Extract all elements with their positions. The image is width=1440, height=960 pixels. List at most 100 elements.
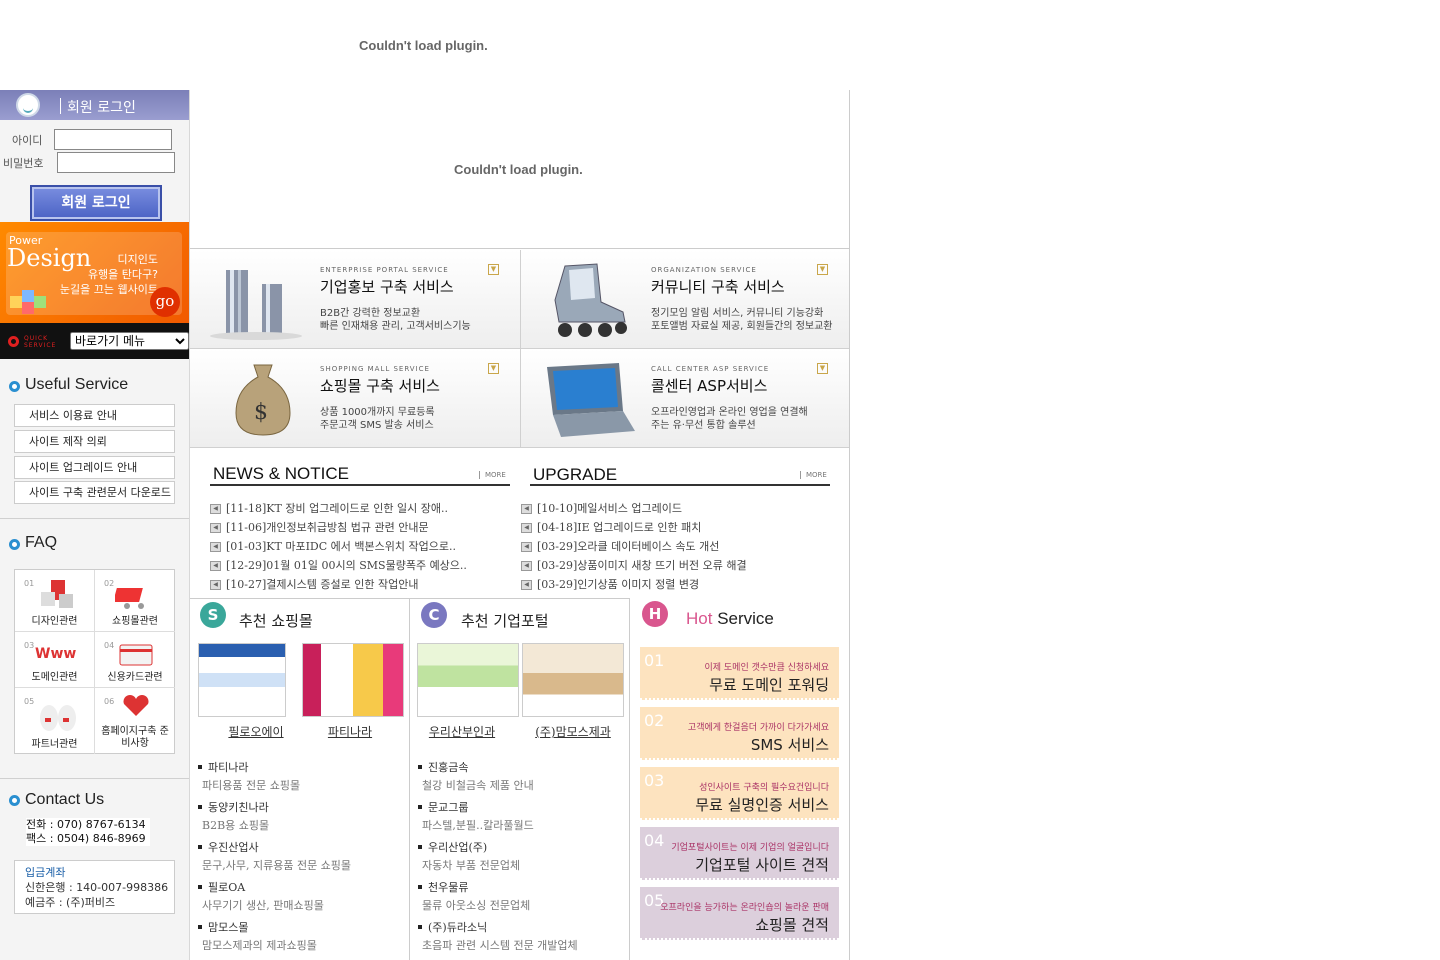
- list-item[interactable]: 파티나라파티용품 전문 쇼핑몰: [198, 759, 408, 799]
- shop-thumbnail[interactable]: [302, 643, 404, 717]
- upgrade-item-text[interactable]: [10-10]메일서비스 업그레이드: [537, 500, 682, 516]
- news-item-text[interactable]: [01-03]KT 마포IDC 에서 백본스위치 작업으로..: [226, 538, 456, 554]
- portal-thumbnail-label[interactable]: (주)맘모스제과: [528, 723, 618, 740]
- rec-name[interactable]: 맘모스몰: [208, 919, 248, 935]
- useful-item-fee[interactable]: 서비스 이용료 안내: [14, 404, 175, 427]
- quick-menu-select[interactable]: 바로가기 메뉴: [70, 332, 189, 350]
- list-item[interactable]: ◀ [10-27]결제시스템 증설로 인한 작업안내: [210, 576, 510, 595]
- service-title: 커뮤니티 구축 서비스: [651, 278, 785, 296]
- power-design-banner[interactable]: Power Design 디지인도 유행을 탄다구? 눈길을 끄는 웹사이트 g…: [0, 222, 189, 323]
- rec-name[interactable]: 진홍금속: [428, 759, 468, 775]
- useful-item-download[interactable]: 사이트 구축 관련문서 다운로드: [14, 481, 175, 504]
- rec-name[interactable]: 문교그룹: [428, 799, 468, 815]
- rec-name[interactable]: 천우물류: [428, 879, 468, 895]
- id-input[interactable]: [54, 129, 172, 150]
- go-button[interactable]: go: [150, 287, 180, 317]
- service-community[interactable]: ORGANIZATION SERVICE 커뮤니티 구축 서비스 정기모임 알림…: [521, 250, 849, 349]
- list-item[interactable]: 맘모스몰 맘모스제과의 제과쇼핑몰: [198, 919, 408, 959]
- rec-name[interactable]: 우진산업사: [208, 839, 259, 855]
- hot-sub: 오프라인을 능가하는 온라인숍의 놀라운 판매: [660, 903, 829, 913]
- list-item[interactable]: 문교그룹 파스텔,분필..칼라풀월드: [418, 799, 628, 839]
- portal-thumbnail-label[interactable]: 우리산부인과: [414, 723, 510, 740]
- hot-label: 무료 도메인 포워딩: [709, 676, 829, 694]
- password-input[interactable]: [57, 152, 175, 173]
- rollerskate-icon: [554, 263, 627, 337]
- speaker-icon: ◀: [521, 580, 532, 590]
- divider: [60, 98, 61, 114]
- service-callcenter[interactable]: CALL CENTER ASP SERVICE 콜센터 ASP서비스 오프라인영…: [521, 349, 849, 448]
- list-item[interactable]: ◀ [11-06]개인정보취급방침 법규 관련 안내문: [210, 519, 510, 538]
- news-item-text[interactable]: [12-29]01월 01일 00시의 SMS물량폭주 예상으..: [226, 557, 467, 573]
- upgrade-more-button[interactable]: MORE: [800, 471, 827, 479]
- arrow-down-icon[interactable]: ▼: [817, 264, 828, 275]
- arrow-down-icon[interactable]: ▼: [817, 363, 828, 374]
- hot-word: Hot: [686, 609, 713, 628]
- list-item[interactable]: ◀ [03-29]오라클 데이터베이스 속도 개선: [521, 538, 841, 557]
- shop-thumbnail-label[interactable]: 필로오에이: [198, 723, 314, 740]
- speaker-icon: ◀: [521, 561, 532, 571]
- speaker-icon: ◀: [210, 561, 221, 571]
- hot-label: 무료 실명인증 서비스: [695, 796, 829, 814]
- rec-name[interactable]: (주)듀라소닉: [428, 919, 487, 935]
- hot-item-realname[interactable]: 03 성인사이트 구축의 필수요건입니다 무료 실명인증 서비스: [640, 767, 839, 820]
- bank-title: 입금계좌: [25, 866, 66, 879]
- news-item-text[interactable]: [11-06]개인정보취급방침 법규 관련 안내문: [226, 519, 429, 535]
- rec-desc: 철강 비철금속 제품 안내: [422, 779, 534, 792]
- list-item[interactable]: 진홍금속철강 비철금속 제품 안내: [418, 759, 628, 799]
- faq-domain[interactable]: 03 Www 도메인관련: [15, 632, 95, 688]
- rec-name[interactable]: 필로OA: [208, 879, 245, 895]
- list-item[interactable]: ◀ [04-18]IE 업그레이드로 인한 패치: [521, 519, 841, 538]
- upgrade-item-text[interactable]: [03-29]상품이미지 새창 뜨기 버전 오류 해결: [537, 557, 747, 573]
- faq-homepage[interactable]: 06 홈페이지구축 준비사항: [95, 688, 175, 754]
- arrow-down-icon[interactable]: ▼: [488, 264, 499, 275]
- list-item[interactable]: 우진산업사 문구,사무, 지류용품 전문 쇼핑몰: [198, 839, 408, 879]
- shop-thumbnail-label[interactable]: 파티나라: [302, 723, 398, 740]
- list-item[interactable]: 동양키친나라 B2B용 쇼핑몰: [198, 799, 408, 839]
- useful-item-request[interactable]: 사이트 제작 의뢰: [14, 430, 175, 453]
- list-item[interactable]: ◀ [01-03]KT 마포IDC 에서 백본스위치 작업으로..: [210, 538, 510, 557]
- speaker-icon: ◀: [210, 542, 221, 552]
- hot-item-portal[interactable]: 04 기업포털사이트는 이제 기업의 얼굴입니다 기업포털 사이트 견적: [640, 827, 839, 880]
- faq-card[interactable]: 04 신용카드관련: [95, 632, 175, 688]
- rec-name[interactable]: 파티나라: [208, 759, 248, 775]
- arrow-down-icon[interactable]: ▼: [488, 363, 499, 374]
- faq-shopping[interactable]: 02 쇼핑몰관련: [95, 570, 175, 632]
- hot-item-domain[interactable]: 01 이제 도메인 갯수만큼 신청하세요 무료 도메인 포워딩: [640, 647, 839, 700]
- login-button[interactable]: 회원 로그인: [30, 185, 162, 221]
- upgrade-item-text[interactable]: [03-29]인기상품 이미지 정렬 변경: [537, 576, 699, 592]
- list-item[interactable]: ◀ [11-18]KT 장비 업그레이드로 인한 일시 장애..: [210, 500, 510, 519]
- faq-partner[interactable]: 05 파트너관련: [15, 688, 95, 754]
- rec-name[interactable]: 우리산업(주): [428, 839, 487, 855]
- list-item[interactable]: 필로OA 사무기기 생산, 판매쇼핑몰: [198, 879, 408, 919]
- rec-name[interactable]: 동양키친나라: [208, 799, 269, 815]
- faq-number: 02: [104, 579, 115, 588]
- list-item[interactable]: 천우물류 물류 아웃소싱 전문업체: [418, 879, 628, 919]
- cubes-icon: [10, 290, 46, 314]
- rec-desc: 파티용품 전문 쇼핑몰: [202, 779, 301, 792]
- news-more-button[interactable]: MORE: [479, 471, 506, 479]
- service-shopping[interactable]: $ SHOPPING MALL SERVICE 쇼핑몰 구축 서비스 상품 10…: [190, 349, 521, 448]
- shop-thumbnail[interactable]: [198, 643, 286, 717]
- list-item[interactable]: ◀ [03-29]상품이미지 새창 뜨기 버전 오류 해결: [521, 557, 841, 576]
- laptop-icon: [547, 363, 635, 437]
- hot-item-shopping[interactable]: 05 오프라인을 능가하는 온라인숍의 놀라운 판매 쇼핑몰 견적: [640, 887, 839, 940]
- hot-item-sms[interactable]: 02 고객에게 한걸음더 가까이 다가가세요 SMS 서비스: [640, 707, 839, 760]
- list-item[interactable]: (주)듀라소닉 초음파 관련 시스템 전문 개발업체: [418, 919, 628, 959]
- rec-shop-title: 추천 쇼핑몰: [239, 612, 313, 630]
- list-item[interactable]: 우리산업(주) 자동차 부품 전문업체: [418, 839, 628, 879]
- service-enterprise[interactable]: ENTERPRISE PORTAL SERVICE 기업홍보 구축 서비스 B2…: [190, 250, 521, 349]
- portal-thumbnail[interactable]: [522, 643, 624, 717]
- faq-number: 01: [24, 579, 35, 588]
- upgrade-item-text[interactable]: [04-18]IE 업그레이드로 인한 패치: [537, 519, 701, 535]
- bullet-icon: [418, 925, 422, 929]
- news-item-text[interactable]: [10-27]결제시스템 증설로 인한 작업안내: [226, 576, 418, 592]
- portal-thumbnail[interactable]: [417, 643, 519, 717]
- faq-design[interactable]: 01 디자인관련: [15, 570, 95, 632]
- news-item-text[interactable]: [11-18]KT 장비 업그레이드로 인한 일시 장애..: [226, 500, 448, 516]
- useful-item-upgrade[interactable]: 사이트 업그레이드 안내: [14, 456, 175, 479]
- list-item[interactable]: ◀ [10-10]메일서비스 업그레이드: [521, 500, 841, 519]
- upgrade-item-text[interactable]: [03-29]오라클 데이터베이스 속도 개선: [537, 538, 719, 554]
- hot-number: 01: [644, 651, 665, 670]
- list-item[interactable]: ◀ [03-29]인기상품 이미지 정렬 변경: [521, 576, 841, 595]
- list-item[interactable]: ◀ [12-29]01월 01일 00시의 SMS물량폭주 예상으..: [210, 557, 510, 576]
